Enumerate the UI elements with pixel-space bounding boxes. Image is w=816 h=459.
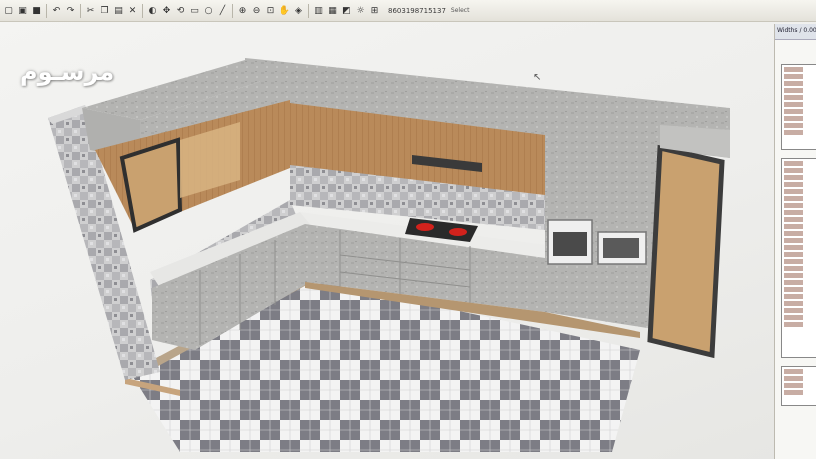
cad-window: ▢ ▣ ■ ↶ ↷ ✂ ❐ ▤ ✕ ◐ ✥ ⟲ ▭ ○ ╱ ⊕ ⊖ ⊡ ✋ ◈ … bbox=[0, 0, 816, 459]
mouse-cursor-icon: ↖ bbox=[533, 72, 542, 83]
objects-list[interactable] bbox=[781, 158, 816, 358]
layers-list[interactable] bbox=[781, 366, 816, 406]
hob-burner bbox=[416, 223, 434, 231]
panel-header: Widths / 0.000 bbox=[775, 24, 816, 40]
watermark-logo: مرسـوم bbox=[20, 58, 115, 86]
properties-list[interactable] bbox=[781, 64, 816, 150]
3d-viewport[interactable] bbox=[0, 0, 816, 459]
oven-window bbox=[553, 232, 587, 256]
microwave-window bbox=[603, 238, 639, 258]
hob-burner bbox=[449, 228, 467, 236]
left-upper-glass-cabinet bbox=[119, 137, 183, 233]
properties-panel[interactable]: Widths / 0.000 bbox=[774, 24, 816, 459]
tall-framed-door bbox=[647, 144, 725, 359]
